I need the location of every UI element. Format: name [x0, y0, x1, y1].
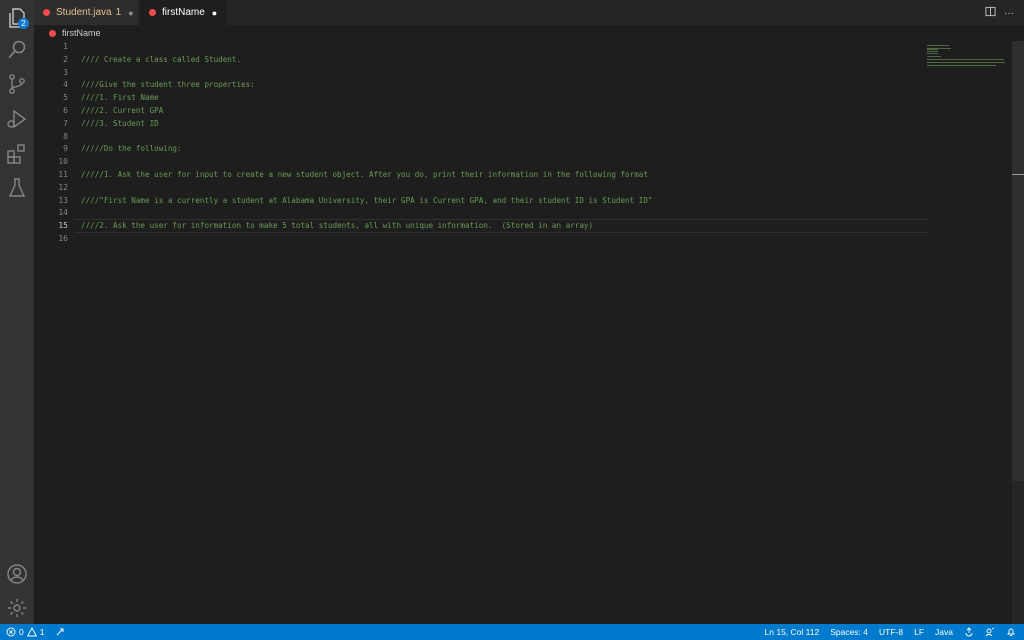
code-line: //// Create a class called Student. — [81, 54, 242, 64]
status-right: Ln 15, Col 112 Spaces: 4 UTF-8 LF Java — [765, 624, 1016, 640]
tab-student-java[interactable]: Student.java 1 ● — [34, 0, 138, 25]
activity-bar: 2 — [0, 0, 34, 624]
tab-bar: Student.java 1 ● firstName ● ··· — [34, 0, 1024, 25]
line-number: 6 — [63, 106, 68, 115]
end-of-line[interactable]: LF — [914, 627, 924, 637]
error-circle-icon — [6, 627, 16, 637]
code-line: ////2. Ask the user for information to m… — [81, 221, 594, 231]
scrollbar-cursor-marker — [1012, 174, 1024, 175]
code-editor[interactable]: 1 2 3 4 5 6 7 8 9 10 11 12 13 14 15 16 //// Create a cl… — [34, 41, 1024, 624]
minimap[interactable] — [927, 41, 1009, 71]
status-bar: 0 1 Ln 15, Col 112 Spaces: 4 UTF-8 LF Ja… — [0, 624, 1024, 640]
source-control-icon[interactable] — [5, 72, 29, 96]
minimap-line — [927, 44, 949, 46]
breadcrumb-item[interactable]: firstName — [62, 28, 101, 38]
code-line: ////"First Name is a currently a student… — [81, 195, 653, 205]
encoding[interactable]: UTF-8 — [879, 627, 903, 637]
language-mode[interactable]: Java — [935, 627, 953, 637]
run-debug-icon[interactable] — [5, 107, 29, 131]
line-number: 9 — [63, 144, 68, 154]
settings-gear-icon[interactable] — [5, 596, 29, 620]
tab-label: Student.java — [56, 7, 112, 18]
code-line: /////Do the following: — [81, 144, 182, 154]
search-icon[interactable] — [5, 38, 29, 62]
problems-status[interactable]: 0 1 — [6, 624, 65, 640]
line-number: 1 — [63, 42, 68, 51]
error-icon — [49, 29, 56, 37]
live-share-icon[interactable] — [55, 627, 65, 637]
scrollbar-thumb[interactable] — [1012, 41, 1024, 481]
minimap-line — [927, 65, 997, 67]
vertical-scrollbar[interactable] — [1012, 41, 1024, 624]
line-number: 14 — [58, 208, 68, 218]
sync-icon[interactable] — [964, 627, 974, 637]
line-number: 11 — [58, 170, 68, 179]
minimap-line — [927, 62, 1005, 64]
warning-icon — [26, 627, 37, 637]
line-number: 4 — [63, 80, 68, 90]
line-number: 15 — [58, 221, 68, 231]
testing-icon[interactable] — [5, 176, 29, 200]
line-number: 7 — [63, 118, 68, 128]
line-number: 3 — [63, 67, 68, 77]
minimap-line — [927, 59, 1004, 60]
tab-label: firstName — [162, 7, 205, 18]
unsaved-dot-icon[interactable]: ● — [212, 8, 217, 18]
line-number: 10 — [58, 157, 68, 167]
line-number: 13 — [58, 195, 68, 205]
explorer-badge: 2 — [18, 18, 29, 29]
line-number: 5 — [63, 93, 68, 103]
code-line: ////Give the student three properties: — [81, 80, 255, 90]
tab-firstname[interactable]: firstName ● — [140, 0, 226, 25]
warning-count: 1 — [39, 627, 45, 637]
minimap-line — [927, 52, 938, 54]
more-actions-icon[interactable]: ··· — [1004, 8, 1014, 19]
line-number: 16 — [58, 234, 68, 243]
line-number: 8 — [63, 131, 68, 141]
code-line: ////1. First Name — [81, 93, 159, 103]
tab-problem-count: 1 — [115, 7, 122, 18]
line-number: 12 — [58, 182, 68, 192]
error-count: 0 — [19, 627, 24, 637]
code-line: /////1. Ask the user for input to create… — [81, 170, 648, 179]
error-icon — [43, 9, 50, 16]
unsaved-dot-icon[interactable]: ● — [128, 8, 133, 18]
cursor-position[interactable]: Ln 15, Col 112 — [765, 627, 820, 637]
extensions-icon[interactable] — [5, 142, 29, 166]
code-line: ////2. Current GPA — [81, 106, 164, 115]
notifications-bell-icon[interactable] — [1006, 627, 1016, 637]
code-line: ////3. Student ID — [81, 118, 159, 128]
indentation[interactable]: Spaces: 4 — [830, 627, 868, 637]
split-editor-icon[interactable] — [985, 6, 996, 20]
minimap-line — [927, 55, 941, 57]
editor-actions: ··· — [985, 6, 1014, 20]
breadcrumb: firstName — [34, 25, 1024, 41]
files-icon[interactable]: 2 — [5, 6, 29, 30]
feedback-icon[interactable] — [985, 627, 995, 637]
line-number: 2 — [63, 54, 68, 64]
account-icon[interactable] — [5, 562, 29, 586]
error-icon — [149, 9, 156, 16]
